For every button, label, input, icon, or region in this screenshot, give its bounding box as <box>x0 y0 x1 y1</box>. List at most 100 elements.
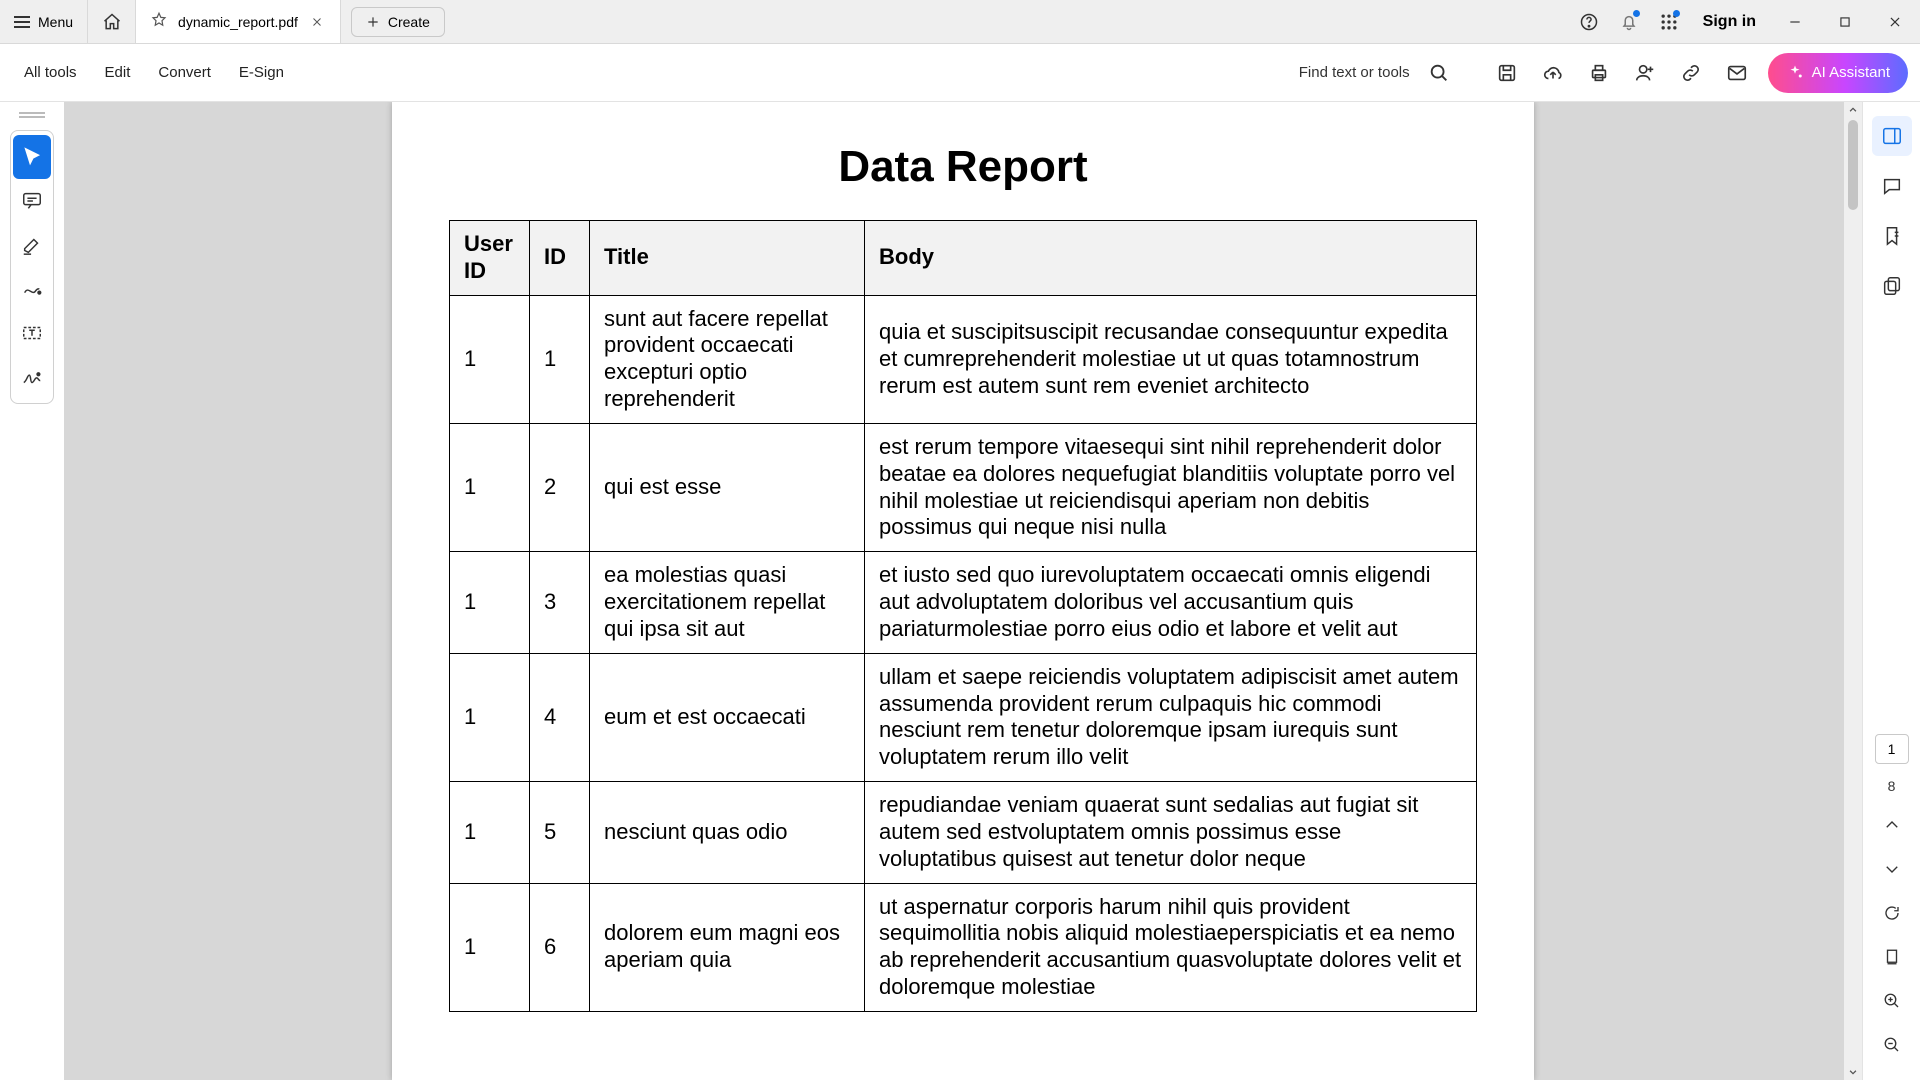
window-close-button[interactable] <box>1870 0 1920 43</box>
cell-body: et iusto sed quo iurevoluptatem occaecat… <box>865 552 1477 653</box>
email-button[interactable] <box>1716 52 1758 94</box>
tab-filename: dynamic_report.pdf <box>178 14 298 30</box>
highlight-tool[interactable] <box>13 223 51 267</box>
create-button[interactable]: Create <box>351 7 445 37</box>
esign-label: E-Sign <box>239 64 284 81</box>
cell-id: 6 <box>530 883 590 1011</box>
table-row: 11sunt aut facere repellat provident occ… <box>450 295 1477 423</box>
comments-panel-button[interactable] <box>1872 166 1912 206</box>
bookmarks-panel-button[interactable] <box>1872 216 1912 256</box>
comment-tool[interactable] <box>13 179 51 223</box>
report-title: Data Report <box>392 142 1534 192</box>
scroll-thumb[interactable] <box>1848 120 1858 210</box>
cell-title: eum et est occaecati <box>590 653 865 781</box>
find-label: Find text or tools <box>1299 64 1410 81</box>
titlebar: Menu dynamic_report.pdf Create Sign in <box>0 0 1920 44</box>
draw-icon <box>21 278 43 300</box>
col-title: Title <box>590 221 865 296</box>
cell-user_id: 1 <box>450 552 530 653</box>
window-maximize-button[interactable] <box>1820 0 1870 43</box>
zoom-out-icon <box>1883 1036 1901 1054</box>
print-button[interactable] <box>1578 52 1620 94</box>
scroll-down-button[interactable] <box>1844 1064 1862 1080</box>
chevron-down-icon <box>1883 860 1901 878</box>
sign-tool[interactable] <box>13 355 51 399</box>
ai-assistant-button[interactable]: AI Assistant <box>1768 53 1908 93</box>
comment-icon <box>21 190 43 212</box>
pdf-page: Data Report User ID ID Title Body 11sunt… <box>392 102 1534 1080</box>
sparkle-icon <box>1786 64 1804 82</box>
cell-title: dolorem eum magni eos aperiam quia <box>590 883 865 1011</box>
document-viewport[interactable]: Data Report User ID ID Title Body 11sunt… <box>64 102 1862 1080</box>
link-icon <box>1680 62 1702 84</box>
right-tool-strip: 1 8 <box>1862 102 1920 1080</box>
current-page-input[interactable]: 1 <box>1875 734 1909 764</box>
signin-button[interactable]: Sign in <box>1689 13 1770 31</box>
home-button[interactable] <box>88 0 136 43</box>
pages-panel-button[interactable] <box>1872 266 1912 306</box>
tool-grip-icon[interactable] <box>19 112 45 118</box>
rotate-button[interactable] <box>1872 896 1912 930</box>
apps-button[interactable] <box>1649 0 1689 43</box>
star-icon[interactable] <box>150 11 168 32</box>
cell-id: 5 <box>530 782 590 883</box>
select-tool[interactable] <box>13 135 51 179</box>
esign-button[interactable]: E-Sign <box>227 56 296 89</box>
maximize-icon <box>1838 15 1852 29</box>
page-down-button[interactable] <box>1872 852 1912 886</box>
all-tools-button[interactable]: All tools <box>12 56 89 89</box>
share-user-button[interactable] <box>1624 52 1666 94</box>
document-tab[interactable]: dynamic_report.pdf <box>136 0 341 43</box>
panel-toggle-button[interactable] <box>1872 116 1912 156</box>
save-button[interactable] <box>1486 52 1528 94</box>
signature-icon <box>21 366 43 388</box>
cell-title: qui est esse <box>590 423 865 551</box>
cell-title: ea molestias quasi exercitationem repell… <box>590 552 865 653</box>
minimize-icon <box>1788 15 1802 29</box>
help-button[interactable] <box>1569 0 1609 43</box>
left-tool-strip <box>0 102 64 1080</box>
text-select-tool[interactable] <box>13 311 51 355</box>
cell-title: nesciunt quas odio <box>590 782 865 883</box>
user-plus-icon <box>1634 62 1656 84</box>
mail-icon <box>1726 62 1748 84</box>
edit-button[interactable]: Edit <box>93 56 143 89</box>
link-button[interactable] <box>1670 52 1712 94</box>
cell-title: sunt aut facere repellat provident occae… <box>590 295 865 423</box>
total-pages: 8 <box>1888 774 1896 798</box>
chevron-up-icon <box>1883 816 1901 834</box>
convert-button[interactable]: Convert <box>146 56 223 89</box>
main-area: Data Report User ID ID Title Body 11sunt… <box>0 102 1920 1080</box>
window-minimize-button[interactable] <box>1770 0 1820 43</box>
cell-id: 1 <box>530 295 590 423</box>
upload-button[interactable] <box>1532 52 1574 94</box>
zoom-in-button[interactable] <box>1872 984 1912 1018</box>
cell-body: quia et suscipitsuscipit recusandae cons… <box>865 295 1477 423</box>
apps-dot-icon <box>1673 10 1680 17</box>
col-id: ID <box>530 221 590 296</box>
search-button[interactable] <box>1418 52 1460 94</box>
cell-user_id: 1 <box>450 423 530 551</box>
plus-icon <box>366 15 380 29</box>
notifications-button[interactable] <box>1609 0 1649 43</box>
table-row: 12qui est esseest rerum tempore vitaeseq… <box>450 423 1477 551</box>
menu-button[interactable]: Menu <box>0 0 88 43</box>
tab-close-button[interactable] <box>308 13 326 31</box>
vertical-scrollbar[interactable] <box>1844 102 1862 1080</box>
page-up-button[interactable] <box>1872 808 1912 842</box>
cell-id: 2 <box>530 423 590 551</box>
cell-body: est rerum tempore vitaesequi sint nihil … <box>865 423 1477 551</box>
page-fit-icon <box>1883 948 1901 966</box>
cell-user_id: 1 <box>450 782 530 883</box>
scroll-up-button[interactable] <box>1844 102 1862 118</box>
edit-label: Edit <box>105 64 131 81</box>
cell-id: 3 <box>530 552 590 653</box>
cell-user_id: 1 <box>450 883 530 1011</box>
col-body: Body <box>865 221 1477 296</box>
cell-body: repudiandae veniam quaerat sunt sedalias… <box>865 782 1477 883</box>
signin-label: Sign in <box>1703 13 1756 30</box>
page-fit-button[interactable] <box>1872 940 1912 974</box>
draw-tool[interactable] <box>13 267 51 311</box>
highlighter-icon <box>21 234 43 256</box>
zoom-out-button[interactable] <box>1872 1028 1912 1062</box>
